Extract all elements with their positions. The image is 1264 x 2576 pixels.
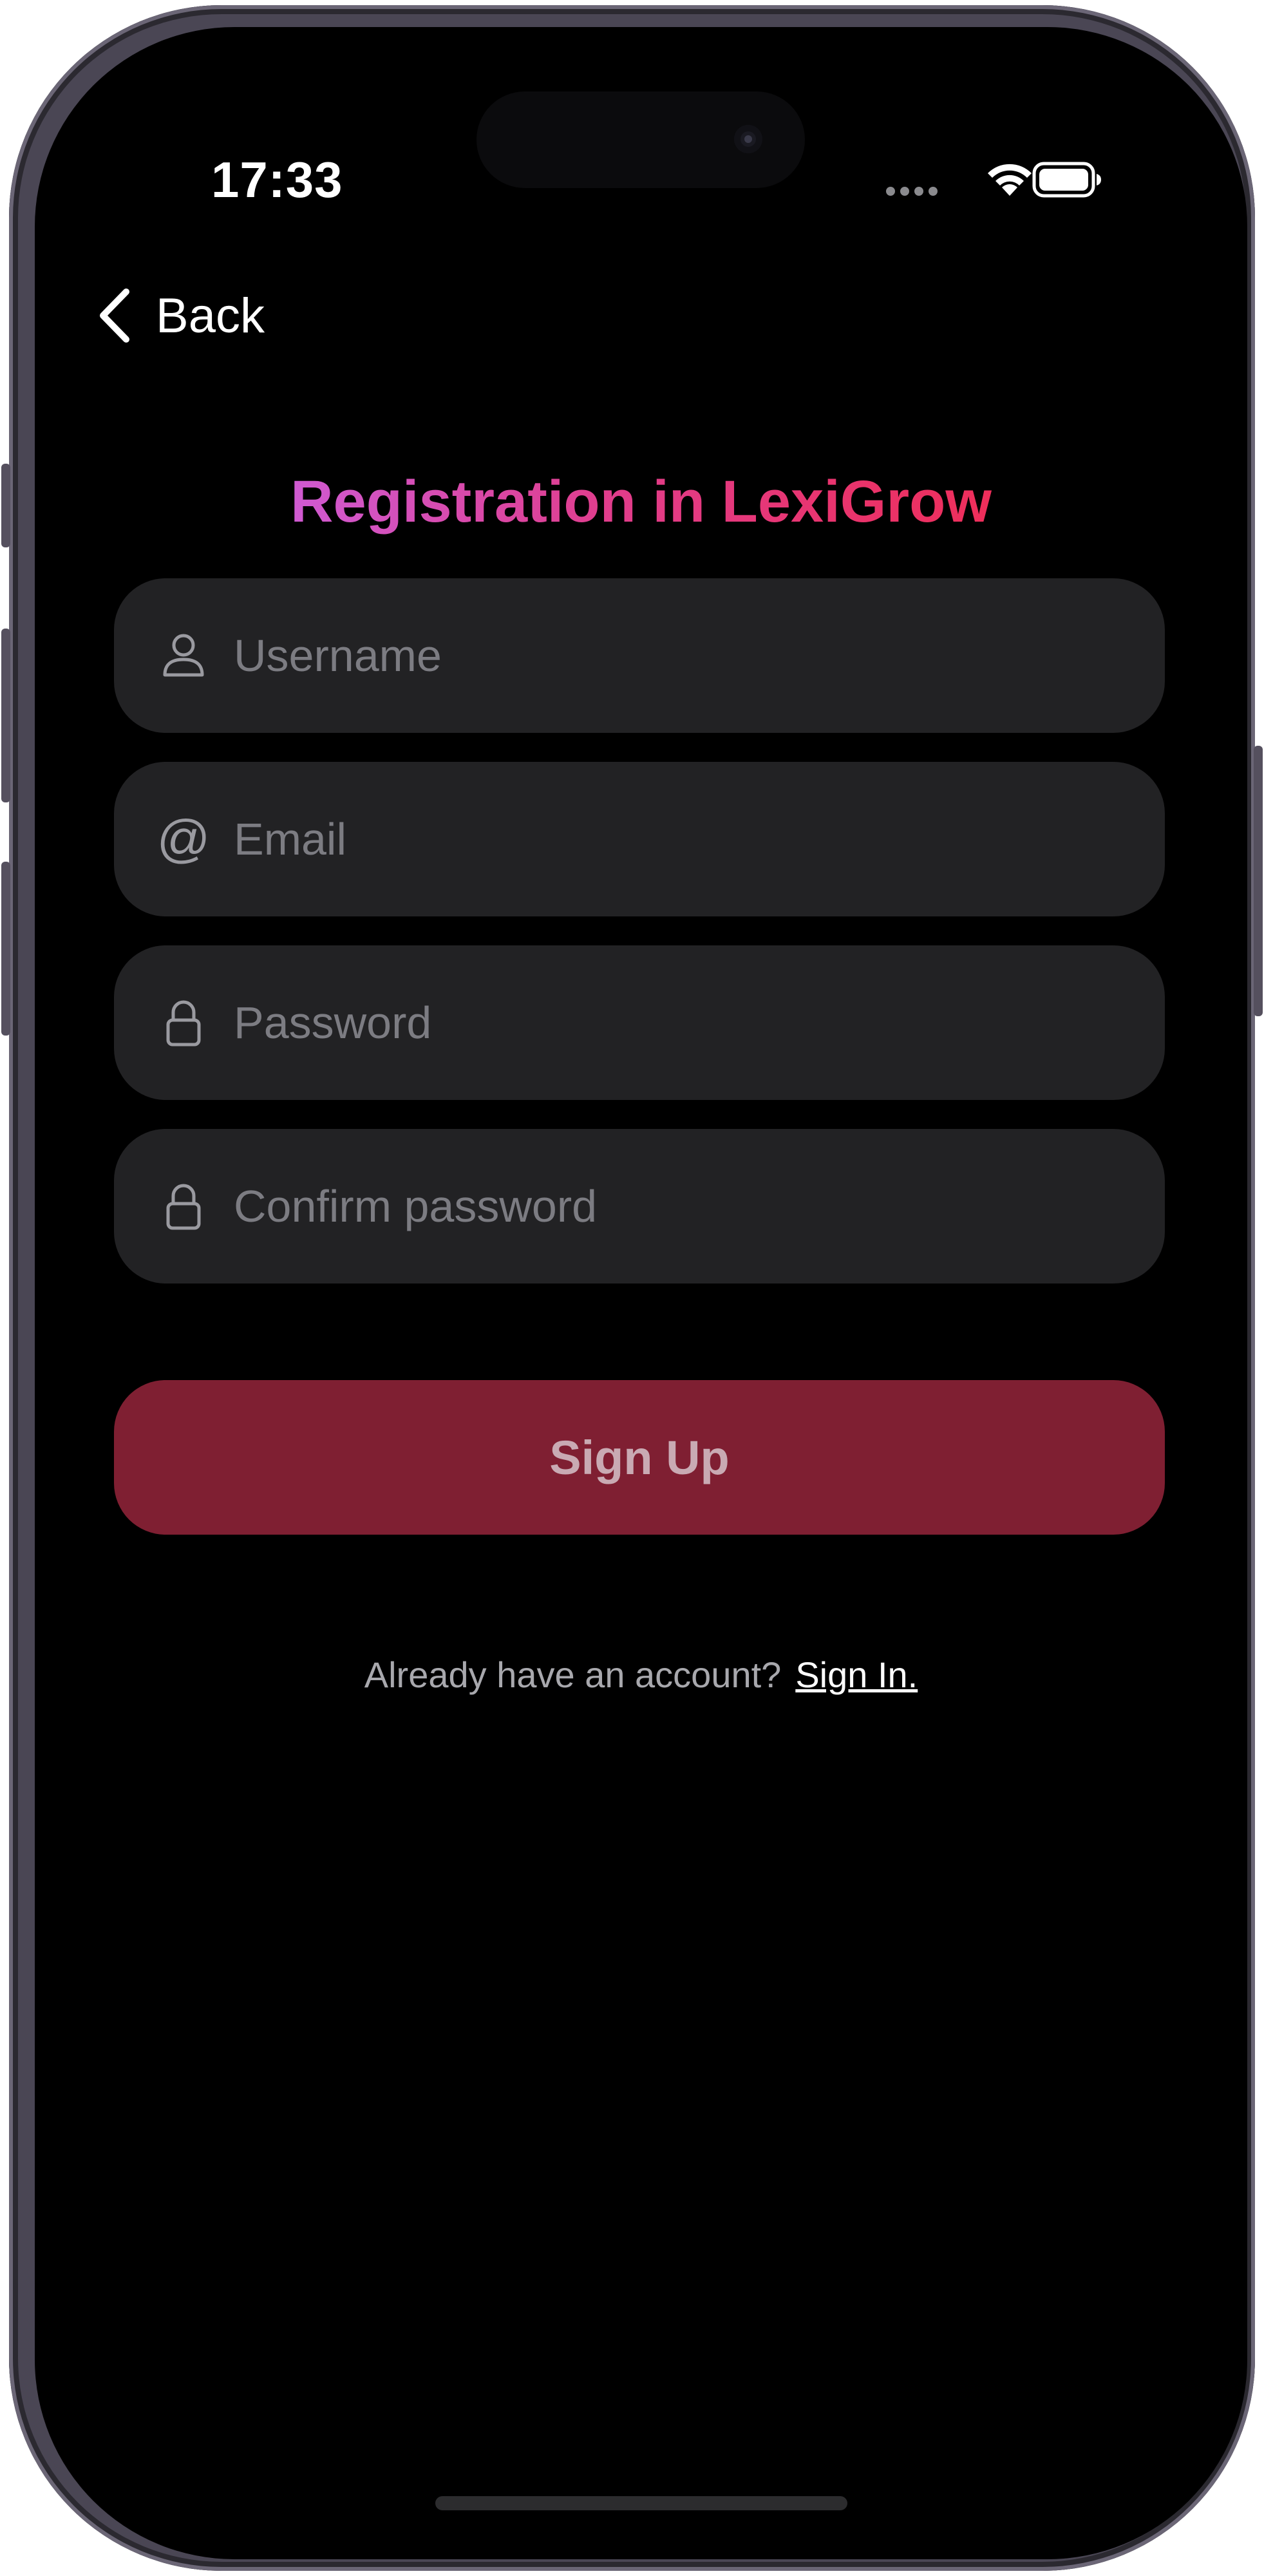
screen: 17:33 Back Registration in LexiGrow User… bbox=[52, 44, 1231, 2543]
email-input[interactable] bbox=[234, 800, 1126, 878]
back-label: Back bbox=[156, 288, 265, 343]
at-sign-icon: @ bbox=[156, 810, 211, 868]
volume-down-button bbox=[1, 862, 10, 1036]
signal-dots-icon bbox=[886, 187, 938, 196]
wifi-icon bbox=[988, 164, 1032, 196]
page-title: Registration in LexiGrow bbox=[52, 466, 1231, 537]
username-input[interactable] bbox=[234, 617, 1126, 694]
sign-in-link[interactable]: Sign In. bbox=[795, 1654, 918, 1695]
power-button bbox=[1254, 746, 1263, 1016]
sign-up-button[interactable]: Sign Up bbox=[114, 1380, 1165, 1535]
sign-in-prompt-text: Already have an account? bbox=[364, 1654, 782, 1695]
password-field[interactable] bbox=[114, 945, 1165, 1100]
silent-switch bbox=[1, 464, 10, 547]
lock-icon bbox=[159, 1182, 208, 1231]
home-indicator[interactable] bbox=[435, 2496, 847, 2510]
battery-icon bbox=[1032, 162, 1101, 198]
username-field[interactable] bbox=[114, 578, 1165, 733]
status-time: 17:33 bbox=[211, 151, 343, 208]
chevron-left-icon bbox=[100, 289, 129, 343]
confirm-password-input[interactable] bbox=[234, 1168, 1126, 1245]
person-icon bbox=[159, 631, 208, 680]
sign-in-prompt: Already have an account? Sign In. bbox=[52, 1654, 1231, 1696]
page-title-text: Registration in LexiGrow bbox=[290, 469, 992, 535]
dynamic-island bbox=[476, 91, 805, 188]
volume-up-button bbox=[1, 629, 10, 802]
confirm-password-field[interactable] bbox=[114, 1129, 1165, 1283]
password-input[interactable] bbox=[234, 984, 1126, 1061]
back-button[interactable]: Back bbox=[95, 283, 265, 348]
email-field[interactable]: @ bbox=[114, 762, 1165, 916]
lock-icon bbox=[159, 998, 208, 1047]
camera-lens-icon bbox=[734, 125, 762, 153]
